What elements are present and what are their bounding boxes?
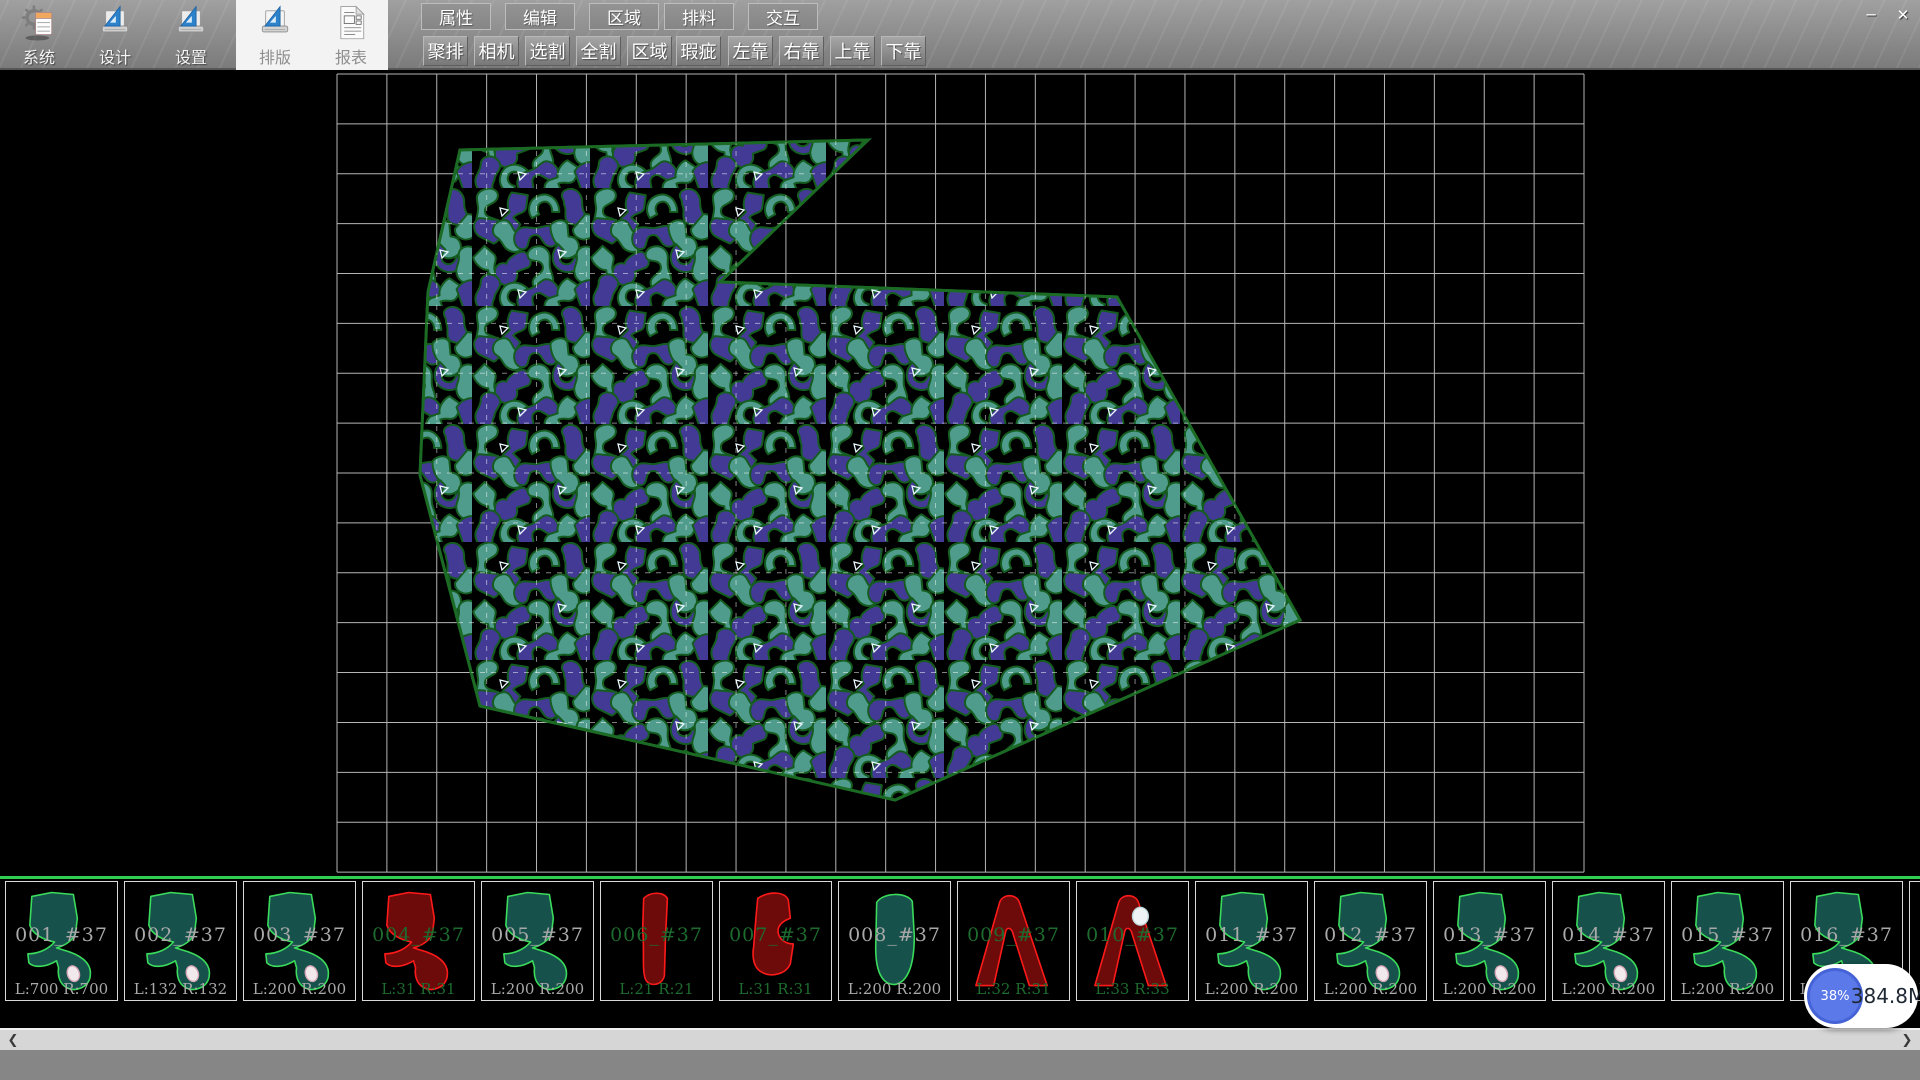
menu-tab-interact[interactable]: 交互 [748, 3, 818, 30]
action-align-top[interactable]: 上靠 [830, 36, 875, 66]
toolbar-tab-report[interactable]: 报表 [318, 1, 384, 68]
piece-sizes: L:200 R:200 [244, 980, 355, 998]
memory-value: 384.8M [1866, 964, 1910, 1028]
piece-id: 001_#37 [6, 924, 117, 946]
piece-sizes: L:700 R:700 [6, 980, 117, 998]
piece-id: 017_#37 [1910, 924, 1920, 946]
action-select-cut[interactable]: 选割 [525, 36, 570, 66]
toolbar-tab-label: 设置 [175, 44, 207, 68]
piece-sizes: L:31 R:31 [720, 980, 831, 998]
menu-tab-properties[interactable]: 属性 [421, 3, 491, 30]
titlebar: 系统 设计 设置 排版 [0, 0, 1920, 70]
toolbar-tab-label: 报表 [335, 44, 367, 68]
piece-id: 013_#37 [1434, 924, 1545, 946]
menu-tab-edit[interactable]: 编辑 [505, 3, 575, 30]
piece-thumbnail[interactable]: 012_#37 L:200 R:200 [1314, 881, 1427, 1001]
action-cut-all[interactable]: 全割 [576, 36, 621, 66]
piece-sizes: L:200 R:200 [1434, 980, 1545, 998]
usage-percent: 38% [1821, 989, 1850, 1004]
scroll-left-icon[interactable]: ❮ [2, 1030, 24, 1050]
piece-id: 014_#37 [1553, 924, 1664, 946]
action-region[interactable]: 区域 [627, 36, 672, 66]
action-cluster-nest[interactable]: 聚排 [423, 36, 468, 66]
memory-badge: 38% 384.8M [1804, 964, 1918, 1028]
piece-thumbnail[interactable]: 005_#37 L:200 R:200 [481, 881, 594, 1001]
action-align-left[interactable]: 左靠 [728, 36, 773, 66]
action-defect[interactable]: 瑕疵 [676, 36, 721, 66]
toolbar-tab-design[interactable]: 设计 [82, 1, 148, 68]
nesting-canvas[interactable] [0, 70, 1920, 876]
piece-id: 007_#37 [720, 924, 831, 946]
piece-thumbnail[interactable]: 007_#37 L:31 R:31 [719, 881, 832, 1001]
piece-sizes: L:31 R:31 [363, 980, 474, 998]
piece-sizes: L:32 R:31 [958, 980, 1069, 998]
nesting-icon [255, 4, 295, 43]
piece-sizes: L:200 R:200 [482, 980, 593, 998]
design-icon [95, 4, 135, 43]
piece-id: 015_#37 [1672, 924, 1783, 946]
piece-thumbnail[interactable]: 008_#37 L:200 R:200 [838, 881, 951, 1001]
piece-filmstrip: 001_#37 L:700 R:700 002_#37 L:132 R:132 … [0, 879, 1920, 1006]
piece-id: 016_#37 [1791, 924, 1902, 946]
piece-thumbnail[interactable]: 015_#37 L:200 R:200 [1671, 881, 1784, 1001]
piece-sizes: L:200 R:200 [1196, 980, 1307, 998]
piece-sizes: L:200 R:200 [1553, 980, 1664, 998]
piece-id: 011_#37 [1196, 924, 1307, 946]
piece-id: 002_#37 [125, 924, 236, 946]
system-icon [19, 4, 59, 43]
piece-sizes: L:132 R:132 [125, 980, 236, 998]
piece-sizes: L:200 R:200 [839, 980, 950, 998]
toolbar-tab-nesting[interactable]: 排版 [242, 1, 308, 68]
piece-sizes: L:33 R:33 [1077, 980, 1188, 998]
piece-thumbnail[interactable]: 009_#37 L:32 R:31 [957, 881, 1070, 1001]
piece-id: 009_#37 [958, 924, 1069, 946]
action-align-right[interactable]: 右靠 [779, 36, 824, 66]
action-align-bottom[interactable]: 下靠 [881, 36, 926, 66]
piece-thumbnail[interactable]: 010_#37 L:33 R:33 [1076, 881, 1189, 1001]
toolbar-tab-label: 设计 [99, 44, 131, 68]
horizontal-scrollbar[interactable]: ❮ ❯ [0, 1028, 1920, 1050]
toolbar-tab-system[interactable]: 系统 [6, 1, 72, 68]
piece-thumbnail[interactable]: 011_#37 L:200 R:200 [1195, 881, 1308, 1001]
piece-id: 004_#37 [363, 924, 474, 946]
piece-sizes: L:200 R:200 [1672, 980, 1783, 998]
piece-sizes: L:200 R:200 [1315, 980, 1426, 998]
piece-id: 003_#37 [244, 924, 355, 946]
status-strip [0, 1050, 1920, 1080]
piece-id: 010_#37 [1077, 924, 1188, 946]
piece-thumbnail[interactable]: 004_#37 L:31 R:31 [362, 881, 475, 1001]
toolbar-tab-label: 系统 [23, 44, 55, 68]
toolbar-tab-label: 排版 [259, 44, 291, 68]
piece-id: 005_#37 [482, 924, 593, 946]
piece-thumbnail[interactable]: 002_#37 L:132 R:132 [124, 881, 237, 1001]
piece-id: 008_#37 [839, 924, 950, 946]
menu-tab-nest[interactable]: 排料 [664, 3, 734, 30]
piece-thumbnail[interactable]: 014_#37 L:200 R:200 [1552, 881, 1665, 1001]
action-camera[interactable]: 相机 [474, 36, 519, 66]
menu-tab-region[interactable]: 区域 [589, 3, 659, 30]
piece-thumbnail[interactable]: 003_#37 L:200 R:200 [243, 881, 356, 1001]
piece-sizes: L:21 R:21 [601, 980, 712, 998]
settings-icon [171, 4, 211, 43]
piece-id: 012_#37 [1315, 924, 1426, 946]
piece-thumbnail[interactable]: 001_#37 L:700 R:700 [5, 881, 118, 1001]
scroll-right-icon[interactable]: ❯ [1896, 1030, 1918, 1050]
minimize-button[interactable]: ─ [1858, 4, 1884, 25]
piece-id: 006_#37 [601, 924, 712, 946]
close-button[interactable]: ✕ [1890, 4, 1916, 25]
toolbar-tab-settings[interactable]: 设置 [158, 1, 224, 68]
piece-thumbnail[interactable]: 006_#37 L:21 R:21 [600, 881, 713, 1001]
piece-thumbnail[interactable]: 013_#37 L:200 R:200 [1433, 881, 1546, 1001]
report-icon [331, 4, 371, 43]
